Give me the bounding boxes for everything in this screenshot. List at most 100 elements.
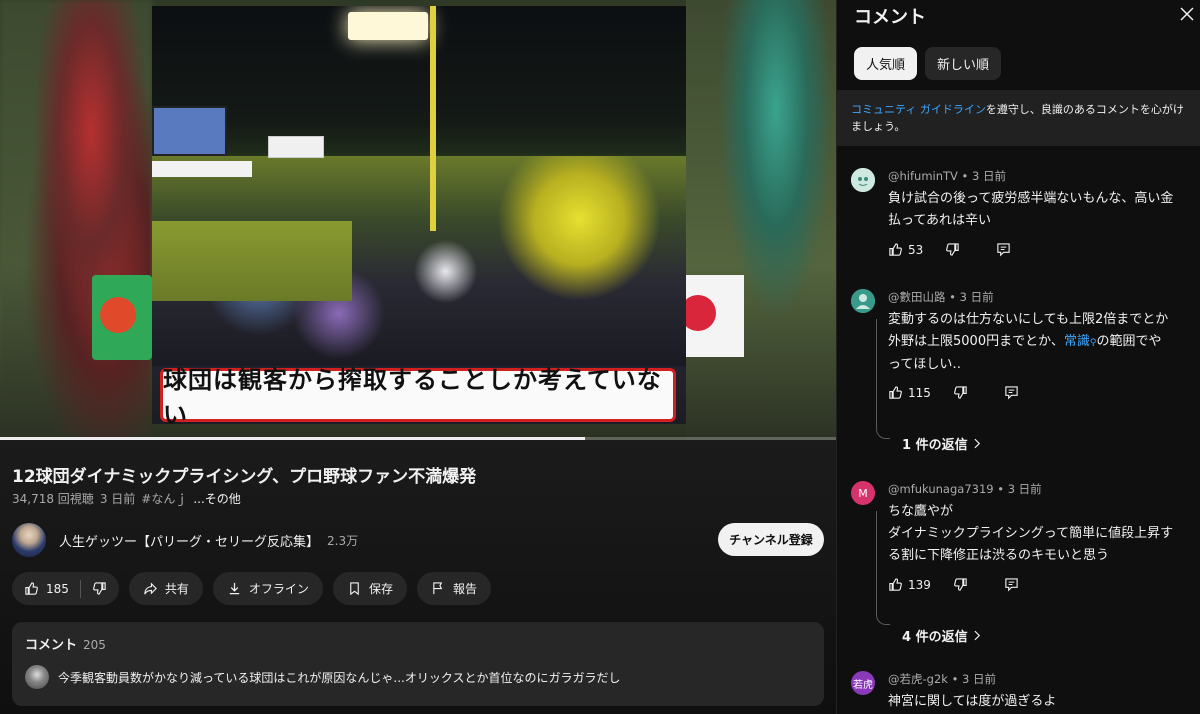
comment-text: 神宮に関しては度が過ぎるよ — [888, 691, 1188, 713]
comment-preview-label: コメント — [25, 638, 78, 653]
share-button[interactable]: 共有 — [128, 572, 203, 605]
comment-header: @hifuminTV • 3 日前 — [888, 169, 1006, 183]
share-label: 共有 — [164, 582, 189, 596]
chevron-right-icon — [974, 630, 981, 641]
offline-button[interactable]: オフライン — [212, 572, 323, 605]
download-icon — [227, 581, 242, 596]
comment-text: ちな鷹やが ダイナミックプライシングって簡単に値段上昇す る割に下降修正は渋るの… — [888, 501, 1188, 567]
save-button[interactable]: 保存 — [332, 572, 407, 605]
comment-body: @mfukunaga7319 • 3 日前 ちな鷹やが ダイナミックプライシング… — [888, 481, 1188, 567]
share-icon — [143, 581, 158, 596]
commenter-avatar[interactable]: 若虎 — [851, 671, 875, 695]
guideline-notice: コミュニティ ガイドラインを遵守し、良識のあるコメントを心がけ ましょう。 — [837, 90, 1200, 146]
comment-text-line: 負け試合の後って疲労感半端ないもんな、高い金 — [888, 191, 1174, 206]
stadium-field-image — [152, 221, 352, 301]
video-blur-flag — [680, 275, 744, 357]
comment-preview-header: コメント 205 — [25, 634, 106, 653]
channel-row: 人生ゲッツー【パリーグ・セリーグ反応集】 2.3万 — [12, 523, 358, 557]
comment-text-line: ダイナミックプライシングって簡単に値段上昇す — [888, 526, 1174, 541]
thumbs-down-icon[interactable] — [92, 581, 107, 596]
channel-avatar[interactable] — [12, 523, 46, 557]
thumbs-up-icon[interactable] — [888, 577, 903, 592]
report-button[interactable]: 報告 — [416, 572, 491, 605]
video-blur-right — [686, 0, 836, 440]
comment-preview-avatar — [25, 665, 49, 689]
flag-icon — [431, 581, 446, 596]
replies-button[interactable]: 1 件の返信 — [902, 434, 981, 453]
comment-text: 変動するのは仕方ないにしても上限2倍までとか 外野は上限5000円までとか、常識… — [888, 309, 1188, 376]
comment-text-line: の範囲でや — [1096, 334, 1162, 349]
comment-like-count: 139 — [908, 577, 931, 592]
app-root: 球団は観客から搾取することしか考えていない 12球団ダイナミックプライシング、プ… — [0, 0, 1200, 714]
thumbs-down-icon[interactable] — [953, 577, 968, 592]
comment-actions: 139 — [888, 577, 1019, 592]
more-link[interactable]: ...その他 — [193, 490, 240, 507]
comment-time: 3 日前 — [1007, 482, 1042, 496]
thumbs-down-icon[interactable] — [953, 385, 968, 400]
thumbs-up-icon[interactable] — [24, 581, 39, 596]
comment-like-count: 115 — [908, 385, 931, 400]
channel-name[interactable]: 人生ゲッツー【パリーグ・セリーグ反応集】 — [59, 531, 319, 550]
comment-author[interactable]: @hifuminTV — [888, 169, 958, 183]
video-player[interactable]: 球団は観客から搾取することしか考えていない — [0, 0, 836, 440]
commenter-avatar[interactable] — [851, 289, 875, 313]
comment-count: 205 — [83, 638, 106, 652]
thread-line — [876, 511, 890, 625]
commenter-avatar[interactable] — [851, 168, 875, 192]
video-meta: 34,718 回視聴 3 日前 #なんｊ ...その他 — [12, 490, 241, 507]
search-link[interactable]: 常識 — [1064, 334, 1090, 349]
comment-like-count: 53 — [908, 242, 924, 257]
scoreboard-image — [152, 106, 227, 156]
like-count[interactable]: 185 — [46, 582, 69, 596]
chevron-right-icon — [974, 438, 981, 449]
comment-author[interactable]: @mfukunaga7319 — [888, 482, 994, 496]
thumbs-down-icon[interactable] — [945, 242, 960, 257]
comment-header: @若虎-g2k • 3 日前 — [888, 672, 997, 686]
save-label: 保存 — [368, 582, 393, 596]
comment-actions: 53 — [888, 242, 1011, 257]
comment-actions: 115 — [888, 385, 1019, 400]
video-blur-left — [0, 0, 152, 440]
close-icon[interactable] — [1180, 7, 1194, 21]
comment-preview-text: 今季観客動員数がかなり減っている球団はこれが原因なんじゃ...オリックスとか首位… — [58, 671, 621, 685]
comment-text-line: ってほしい‥ — [888, 357, 962, 372]
comment-text-line: ちな鷹やが — [888, 504, 954, 519]
tab-top[interactable]: 人気順 — [854, 47, 918, 80]
tab-newest[interactable]: 新しい順 — [925, 47, 1002, 80]
comment-header: @數田山路 • 3 日前 — [888, 290, 994, 304]
replies-button[interactable]: 4 件の返信 — [902, 626, 981, 645]
like-dislike-pill: 185 — [12, 572, 119, 605]
comment-header: @mfukunaga7319 • 3 日前 — [888, 482, 1042, 496]
comment-body: @hifuminTV • 3 日前 負け試合の後って疲労感半端ないもんな、高い金… — [888, 168, 1188, 232]
comment-time: 3 日前 — [959, 290, 994, 304]
foul-pole-image — [430, 6, 436, 231]
thumbs-up-icon[interactable] — [888, 385, 903, 400]
guideline-link[interactable]: コミュニティ ガイドライン — [851, 103, 986, 116]
report-label: 報告 — [452, 582, 477, 596]
comment-author[interactable]: @數田山路 — [888, 290, 946, 304]
reply-icon[interactable] — [1004, 385, 1019, 400]
view-count: 34,718 回視聴 — [12, 492, 94, 506]
video-frame: 球団は観客から搾取することしか考えていない — [152, 6, 686, 424]
comment-text-line: る割に下降修正は渋るのキモいと思う — [888, 548, 1110, 563]
comments-panel: コメント 人気順 新しい順 コミュニティ ガイドラインを遵守し、良識のあるコメン… — [836, 0, 1200, 714]
video-caption-overlay: 球団は観客から搾取することしか考えていない — [160, 366, 676, 424]
hashtag-link[interactable]: #なんｊ — [141, 490, 187, 507]
offline-label: オフライン — [248, 582, 309, 596]
comment-body: @若虎-g2k • 3 日前 神宮に関しては度が過ぎるよ — [888, 671, 1188, 713]
comment-text: 負け試合の後って疲労感半端ないもんな、高い金 払ってあれは辛い — [888, 188, 1188, 232]
commenter-avatar[interactable]: M — [851, 481, 875, 505]
comment-preview-box[interactable]: コメント 205 今季観客動員数がかなり減っている球団はこれが原因なんじゃ...オ… — [12, 622, 824, 706]
video-title: 12球団ダイナミックプライシング、プロ野球ファン不満爆発 — [12, 467, 477, 487]
guideline-text: を遵守し、良識のあるコメントを心がけ — [985, 103, 1184, 116]
subscribe-button[interactable]: チャンネル登録 — [718, 523, 824, 556]
comment-author[interactable]: @若虎-g2k — [888, 672, 948, 686]
subscriber-count: 2.3万 — [327, 533, 359, 548]
thumbs-up-icon[interactable] — [888, 242, 903, 257]
stadium-light-image — [348, 12, 428, 40]
stadium-sign-image — [268, 136, 324, 158]
reply-icon[interactable] — [1004, 577, 1019, 592]
comment-text-line: 払ってあれは辛い — [888, 213, 991, 228]
bookmark-icon — [347, 581, 362, 596]
reply-icon[interactable] — [996, 242, 1011, 257]
